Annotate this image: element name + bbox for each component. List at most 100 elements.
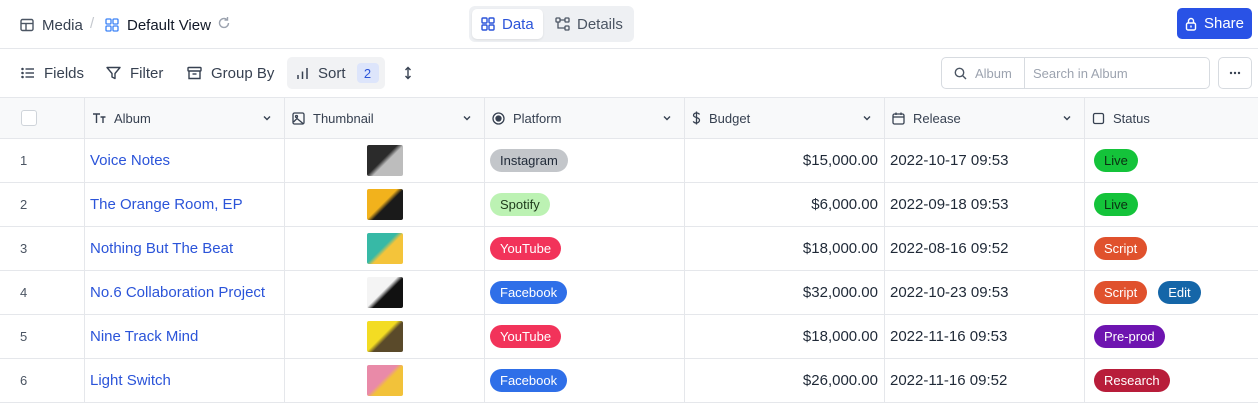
row-number: 6 — [20, 373, 28, 388]
tab-details[interactable]: Details — [546, 9, 632, 39]
row-height-button[interactable] — [402, 61, 414, 85]
release-cell[interactable]: 2022-11-16 09:53 — [885, 315, 1085, 358]
thumbnail-image[interactable] — [366, 277, 403, 308]
fields-button[interactable]: Fields — [21, 61, 84, 85]
album-cell[interactable]: Nine Track Mind — [85, 315, 285, 358]
album-link[interactable]: Nine Track Mind — [90, 328, 198, 345]
column-header-status[interactable]: Status — [1085, 98, 1258, 138]
breadcrumb-workspace[interactable]: Media — [20, 16, 83, 34]
platform-cell[interactable]: Instagram — [485, 139, 685, 182]
platform-cell[interactable]: YouTube — [485, 315, 685, 358]
refresh-icon[interactable] — [217, 16, 231, 30]
album-link[interactable]: Voice Notes — [90, 152, 170, 169]
budget-value: $18,000.00 — [802, 240, 878, 257]
release-cell[interactable]: 2022-11-16 09:52 — [885, 359, 1085, 402]
page-title: Default View — [127, 16, 211, 34]
chevron-down-icon[interactable] — [662, 113, 672, 123]
table-row[interactable]: 3 Nothing But The Beat YouTube $18,000.00 20… — [0, 227, 1258, 271]
table-row[interactable]: 2 The Orange Room, EP Spotify $6,000.00 2022… — [0, 183, 1258, 227]
row-number-cell: 6 — [0, 359, 85, 402]
search-scope-label: Album — [975, 65, 1012, 81]
list-icon — [21, 67, 35, 79]
thumbnail-cell[interactable] — [285, 227, 485, 270]
status-cell[interactable]: Live — [1085, 139, 1258, 182]
chevron-down-icon[interactable] — [462, 113, 472, 123]
album-cell[interactable]: The Orange Room, EP — [85, 183, 285, 226]
column-header-release[interactable]: Release — [885, 98, 1085, 138]
budget-cell[interactable]: $18,000.00 — [685, 227, 885, 270]
release-cell[interactable]: 2022-08-16 09:52 — [885, 227, 1085, 270]
table-row[interactable]: 1 Voice Notes Instagram $15,000.00 2022-10-1… — [0, 139, 1258, 183]
row-number: 1 — [20, 153, 28, 168]
platform-cell[interactable]: Spotify — [485, 183, 685, 226]
tab-data[interactable]: Data — [472, 9, 543, 39]
more-options-button[interactable] — [1218, 57, 1252, 89]
column-header-platform[interactable]: Platform — [485, 98, 685, 138]
chevron-down-icon[interactable] — [1062, 113, 1072, 123]
budget-cell[interactable]: $18,000.00 — [685, 315, 885, 358]
platform-tag: YouTube — [490, 325, 562, 348]
breadcrumb-view[interactable]: Default View — [105, 16, 211, 34]
album-link[interactable]: No.6 Collaboration Project — [90, 284, 265, 301]
thumbnail-cell[interactable] — [285, 139, 485, 182]
group-by-button[interactable]: Group By — [187, 61, 274, 85]
album-link[interactable]: Light Switch — [90, 372, 171, 389]
platform-cell[interactable]: Facebook — [485, 271, 685, 314]
platform-cell[interactable]: YouTube — [485, 227, 685, 270]
row-number-cell: 3 — [0, 227, 85, 270]
album-cell[interactable]: Nothing But The Beat — [85, 227, 285, 270]
table-row[interactable]: 6 Light Switch Facebook $26,000.00 2022-11-1… — [0, 359, 1258, 403]
share-button[interactable]: Share — [1177, 8, 1252, 39]
filter-button[interactable]: Filter — [106, 61, 163, 85]
column-label: Platform — [513, 110, 562, 126]
column-header-thumbnail[interactable]: Thumbnail — [285, 98, 485, 138]
thumbnail-image[interactable] — [366, 189, 403, 220]
column-header-album[interactable]: Album — [85, 98, 285, 138]
thumbnail-cell[interactable] — [285, 359, 485, 402]
platform-tag: Facebook — [490, 369, 568, 392]
album-link[interactable]: The Orange Room, EP — [90, 196, 243, 213]
release-cell[interactable]: 2022-10-23 09:53 — [885, 271, 1085, 314]
thumbnail-cell[interactable] — [285, 271, 485, 314]
thumbnail-image[interactable] — [366, 233, 403, 264]
column-header-budget[interactable]: Budget — [685, 98, 885, 138]
status-cell[interactable]: Script Edit — [1085, 271, 1258, 314]
thumbnail-image[interactable] — [366, 145, 403, 176]
status-cell[interactable]: Pre-prod — [1085, 315, 1258, 358]
thumbnail-image[interactable] — [366, 365, 403, 396]
thumbnail-cell[interactable] — [285, 183, 485, 226]
platform-tag: YouTube — [490, 237, 562, 260]
chevron-down-icon[interactable] — [862, 113, 872, 123]
budget-cell[interactable]: $6,000.00 — [685, 183, 885, 226]
row-number-cell: 1 — [0, 139, 85, 182]
select-all-checkbox[interactable] — [21, 110, 37, 126]
search-input[interactable] — [1025, 58, 1209, 88]
lock-icon — [1185, 17, 1197, 31]
status-cell[interactable]: Research — [1085, 359, 1258, 402]
archive-icon — [187, 66, 202, 80]
status-cell[interactable]: Live — [1085, 183, 1258, 226]
album-cell[interactable]: No.6 Collaboration Project — [85, 271, 285, 314]
release-date: 2022-09-18 09:53 — [890, 196, 1009, 213]
image-icon — [292, 111, 305, 125]
album-link[interactable]: Nothing But The Beat — [90, 240, 233, 257]
table-row[interactable]: 5 Nine Track Mind YouTube $18,000.00 2022-11… — [0, 315, 1258, 359]
sort-button[interactable]: Sort 2 — [287, 57, 385, 89]
budget-cell[interactable]: $26,000.00 — [685, 359, 885, 402]
table-row[interactable]: 4 No.6 Collaboration Project Facebook $32,0… — [0, 271, 1258, 315]
budget-cell[interactable]: $15,000.00 — [685, 139, 885, 182]
platform-cell[interactable]: Facebook — [485, 359, 685, 402]
album-cell[interactable]: Light Switch — [85, 359, 285, 402]
text-type-icon — [92, 112, 106, 124]
thumbnail-image[interactable] — [366, 321, 403, 352]
chevron-down-icon[interactable] — [262, 113, 272, 123]
thumbnail-cell[interactable] — [285, 315, 485, 358]
status-badge: Script — [1094, 237, 1148, 260]
album-cell[interactable]: Voice Notes — [85, 139, 285, 182]
budget-cell[interactable]: $32,000.00 — [685, 271, 885, 314]
release-cell[interactable]: 2022-09-18 09:53 — [885, 183, 1085, 226]
status-cell[interactable]: Script — [1085, 227, 1258, 270]
search-scope-selector[interactable]: Album — [942, 58, 1025, 88]
release-cell[interactable]: 2022-10-17 09:53 — [885, 139, 1085, 182]
row-number: 2 — [20, 197, 28, 212]
